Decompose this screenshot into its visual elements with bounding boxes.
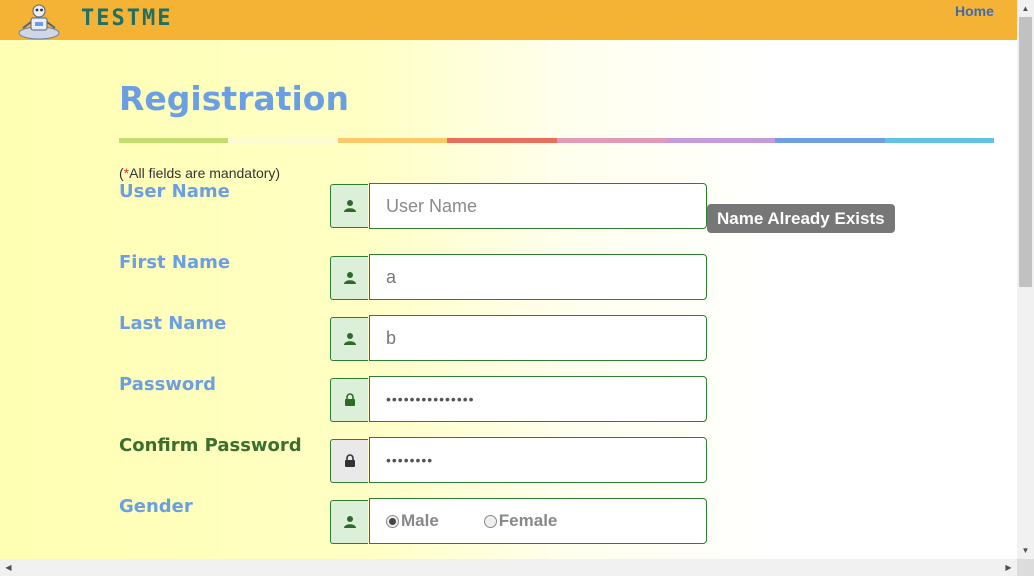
horizontal-scrollbar[interactable]: ◀ ▶ — [0, 559, 1017, 576]
scroll-right-arrow-icon[interactable]: ▶ — [1000, 559, 1017, 576]
rainbow-segment — [665, 138, 776, 143]
gender-male-label[interactable]: Male — [401, 511, 439, 531]
firstname-input[interactable]: a — [369, 254, 707, 300]
lastname-input[interactable]: b — [369, 315, 707, 361]
rainbow-segment — [775, 138, 885, 143]
scrollbar-corner — [1017, 559, 1034, 576]
rainbow-segment — [884, 138, 994, 143]
vertical-scroll-thumb[interactable] — [1019, 17, 1032, 287]
lock-icon — [344, 393, 355, 406]
scroll-left-arrow-icon[interactable]: ◀ — [0, 559, 17, 576]
gender-female-label[interactable]: Female — [499, 511, 558, 531]
logo-text[interactable]: TESTME — [81, 6, 172, 31]
mandatory-note: (*All fields are mandatory) — [119, 165, 280, 181]
user-icon — [343, 516, 356, 528]
password-addon — [330, 378, 368, 422]
gender-male-radio[interactable] — [386, 514, 399, 528]
scroll-down-arrow-icon[interactable]: ▼ — [1017, 542, 1034, 559]
rainbow-segment — [228, 138, 338, 143]
confirm-password-addon — [330, 439, 368, 483]
rainbow-segment — [556, 138, 666, 143]
confirm-password-input[interactable]: •••••••• — [369, 437, 707, 483]
user-icon — [343, 272, 356, 284]
vertical-scrollbar[interactable]: ▲ ▼ — [1017, 0, 1034, 559]
username-error-tooltip: Name Already Exists — [707, 204, 895, 233]
user-icon — [343, 200, 356, 212]
lastname-addon — [330, 317, 368, 361]
username-addon — [330, 184, 368, 228]
lock-icon — [344, 454, 355, 467]
firstname-addon — [330, 256, 368, 300]
gender-female-radio[interactable] — [483, 514, 497, 528]
robot-logo-icon — [18, 4, 60, 40]
gender-label: Gender — [119, 496, 193, 517]
note-text: All fields are mandatory) — [129, 165, 281, 181]
rainbow-segment — [337, 138, 448, 143]
username-label: User Name — [119, 181, 230, 202]
rainbow-segment — [447, 138, 557, 143]
gender-field: Male Female — [369, 498, 707, 544]
page-title: Registration — [119, 79, 349, 118]
firstname-label: First Name — [119, 252, 231, 273]
user-icon — [343, 333, 356, 345]
confirm-password-label: Confirm Password — [119, 435, 302, 456]
rainbow-segment — [119, 138, 229, 143]
password-label: Password — [119, 374, 217, 395]
rainbow-divider — [119, 138, 994, 143]
home-link[interactable]: Home — [955, 3, 994, 19]
password-input[interactable]: ••••••••••••••• — [369, 376, 707, 422]
gender-addon — [330, 500, 368, 544]
top-header-bar: TESTME Home — [0, 0, 1017, 40]
scroll-up-arrow-icon[interactable]: ▲ — [1017, 0, 1034, 17]
username-input[interactable]: User Name — [369, 183, 707, 229]
lastname-label: Last Name — [119, 313, 227, 334]
